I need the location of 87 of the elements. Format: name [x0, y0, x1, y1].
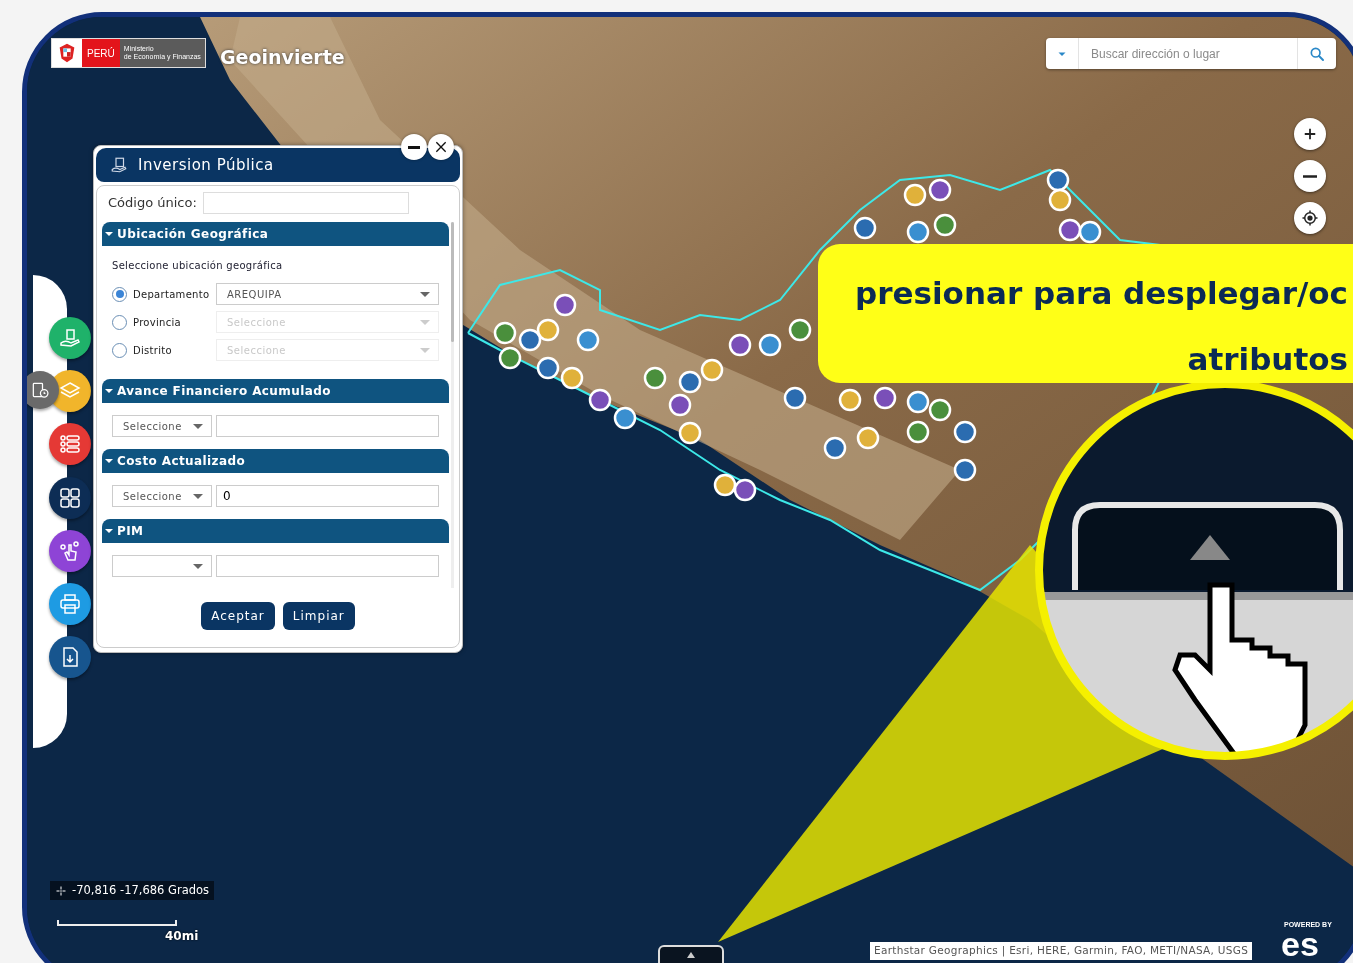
scrollbar[interactable]	[451, 222, 454, 588]
map-marker[interactable]	[853, 216, 877, 240]
map-marker[interactable]	[678, 421, 702, 445]
search-icon	[1309, 45, 1325, 62]
map-marker[interactable]	[823, 436, 847, 460]
map-marker[interactable]	[678, 370, 702, 394]
map-marker[interactable]	[906, 220, 930, 244]
country-label: PERÚ	[82, 39, 120, 67]
locate-icon	[1301, 209, 1319, 227]
minus-icon	[1303, 174, 1317, 178]
map-marker[interactable]	[953, 420, 977, 444]
input-field[interactable]	[216, 415, 439, 437]
map-marker[interactable]	[928, 178, 952, 202]
radio-label: Provincia	[133, 315, 181, 330]
section-hint: Seleccione ubicación geográfica	[112, 259, 284, 273]
hand-pointer-icon	[58, 539, 82, 563]
map-marker[interactable]	[856, 426, 880, 450]
dropdown[interactable]: Seleccione	[112, 485, 212, 507]
map-marker[interactable]	[733, 478, 757, 502]
radio-button[interactable]	[112, 286, 127, 302]
annotation-callout: presionar para desplegar/oc atributos	[818, 244, 1353, 383]
panel-title: Inversion Pública	[138, 154, 274, 176]
grid-icon	[58, 486, 82, 510]
esri-logo: es	[1281, 931, 1319, 959]
map-marker[interactable]	[613, 406, 637, 430]
crosshair-icon	[55, 884, 67, 897]
map-marker[interactable]	[668, 393, 692, 417]
map-marker[interactable]	[1058, 218, 1082, 242]
scale-label: 40mi	[165, 928, 199, 945]
map-marker[interactable]	[493, 321, 517, 345]
map-attribution: Earthstar Geographics | Esri, HERE, Garmin, FAO, METI/NASA, USGS	[870, 942, 1253, 960]
close-icon	[433, 139, 449, 155]
map-marker[interactable]	[518, 328, 542, 352]
section-header[interactable]: Avance Financiero Acumulado	[102, 379, 449, 403]
minimize-icon	[408, 145, 420, 149]
dropdown[interactable]: Seleccione	[112, 415, 212, 437]
input-field[interactable]: 0	[216, 485, 439, 507]
section-header[interactable]: Costo Actualizado	[102, 449, 449, 473]
map-marker[interactable]	[713, 473, 737, 497]
map-marker[interactable]	[906, 420, 930, 444]
map-marker[interactable]	[758, 333, 782, 357]
radio-label: Distrito	[133, 343, 172, 358]
caret-icon	[687, 952, 695, 958]
input-field[interactable]	[216, 555, 439, 577]
map-marker[interactable]	[728, 333, 752, 357]
map-marker[interactable]	[783, 386, 807, 410]
printer-icon	[58, 592, 82, 616]
accept-button[interactable]: Aceptar	[201, 602, 275, 630]
section-header[interactable]: PIM	[102, 519, 449, 543]
clear-button[interactable]: Limpiar	[282, 602, 355, 630]
map-marker[interactable]	[928, 398, 952, 422]
map-marker[interactable]	[933, 213, 957, 237]
map-marker[interactable]	[1046, 168, 1070, 192]
building-hand-icon	[110, 156, 128, 174]
map-marker[interactable]	[560, 366, 584, 390]
radio-label: Departamento	[133, 287, 210, 302]
search-button[interactable]	[1298, 38, 1336, 69]
map-marker[interactable]	[838, 388, 862, 412]
hand-building-icon	[58, 326, 82, 350]
clipboard-clock-icon	[30, 380, 50, 400]
section-header[interactable]: Ubicación Geográfica	[102, 222, 449, 246]
map-marker[interactable]	[576, 328, 600, 352]
coordinates-text: -70,816 -17,686 Grados	[72, 882, 210, 899]
section-title: PIM	[117, 523, 144, 540]
section-title: Ubicación Geográfica	[117, 226, 269, 243]
map-marker[interactable]	[588, 388, 612, 412]
search-field[interactable]: Buscar dirección o lugar	[1078, 38, 1298, 69]
input-field[interactable]	[202, 192, 409, 214]
map-marker[interactable]	[903, 183, 927, 207]
dropdown[interactable]: AREQUIPA	[216, 283, 439, 305]
map-marker[interactable]	[1078, 220, 1102, 244]
map-marker[interactable]	[536, 356, 560, 380]
section-title: Costo Actualizado	[117, 453, 246, 470]
map-marker[interactable]	[498, 346, 522, 370]
field-label: Código único:	[108, 194, 197, 213]
map-marker[interactable]	[536, 318, 560, 342]
map-marker[interactable]	[700, 358, 724, 382]
map-marker[interactable]	[788, 318, 812, 342]
map-marker[interactable]	[1048, 188, 1072, 212]
map-marker[interactable]	[873, 386, 897, 410]
section-title: Avance Financiero Acumulado	[117, 383, 331, 400]
map-marker[interactable]	[643, 366, 667, 390]
app-title: Geoinvierte	[220, 45, 345, 70]
map-marker[interactable]	[553, 293, 577, 317]
map-marker[interactable]	[953, 458, 977, 482]
list-icon	[58, 432, 82, 456]
map-marker[interactable]	[906, 390, 930, 414]
